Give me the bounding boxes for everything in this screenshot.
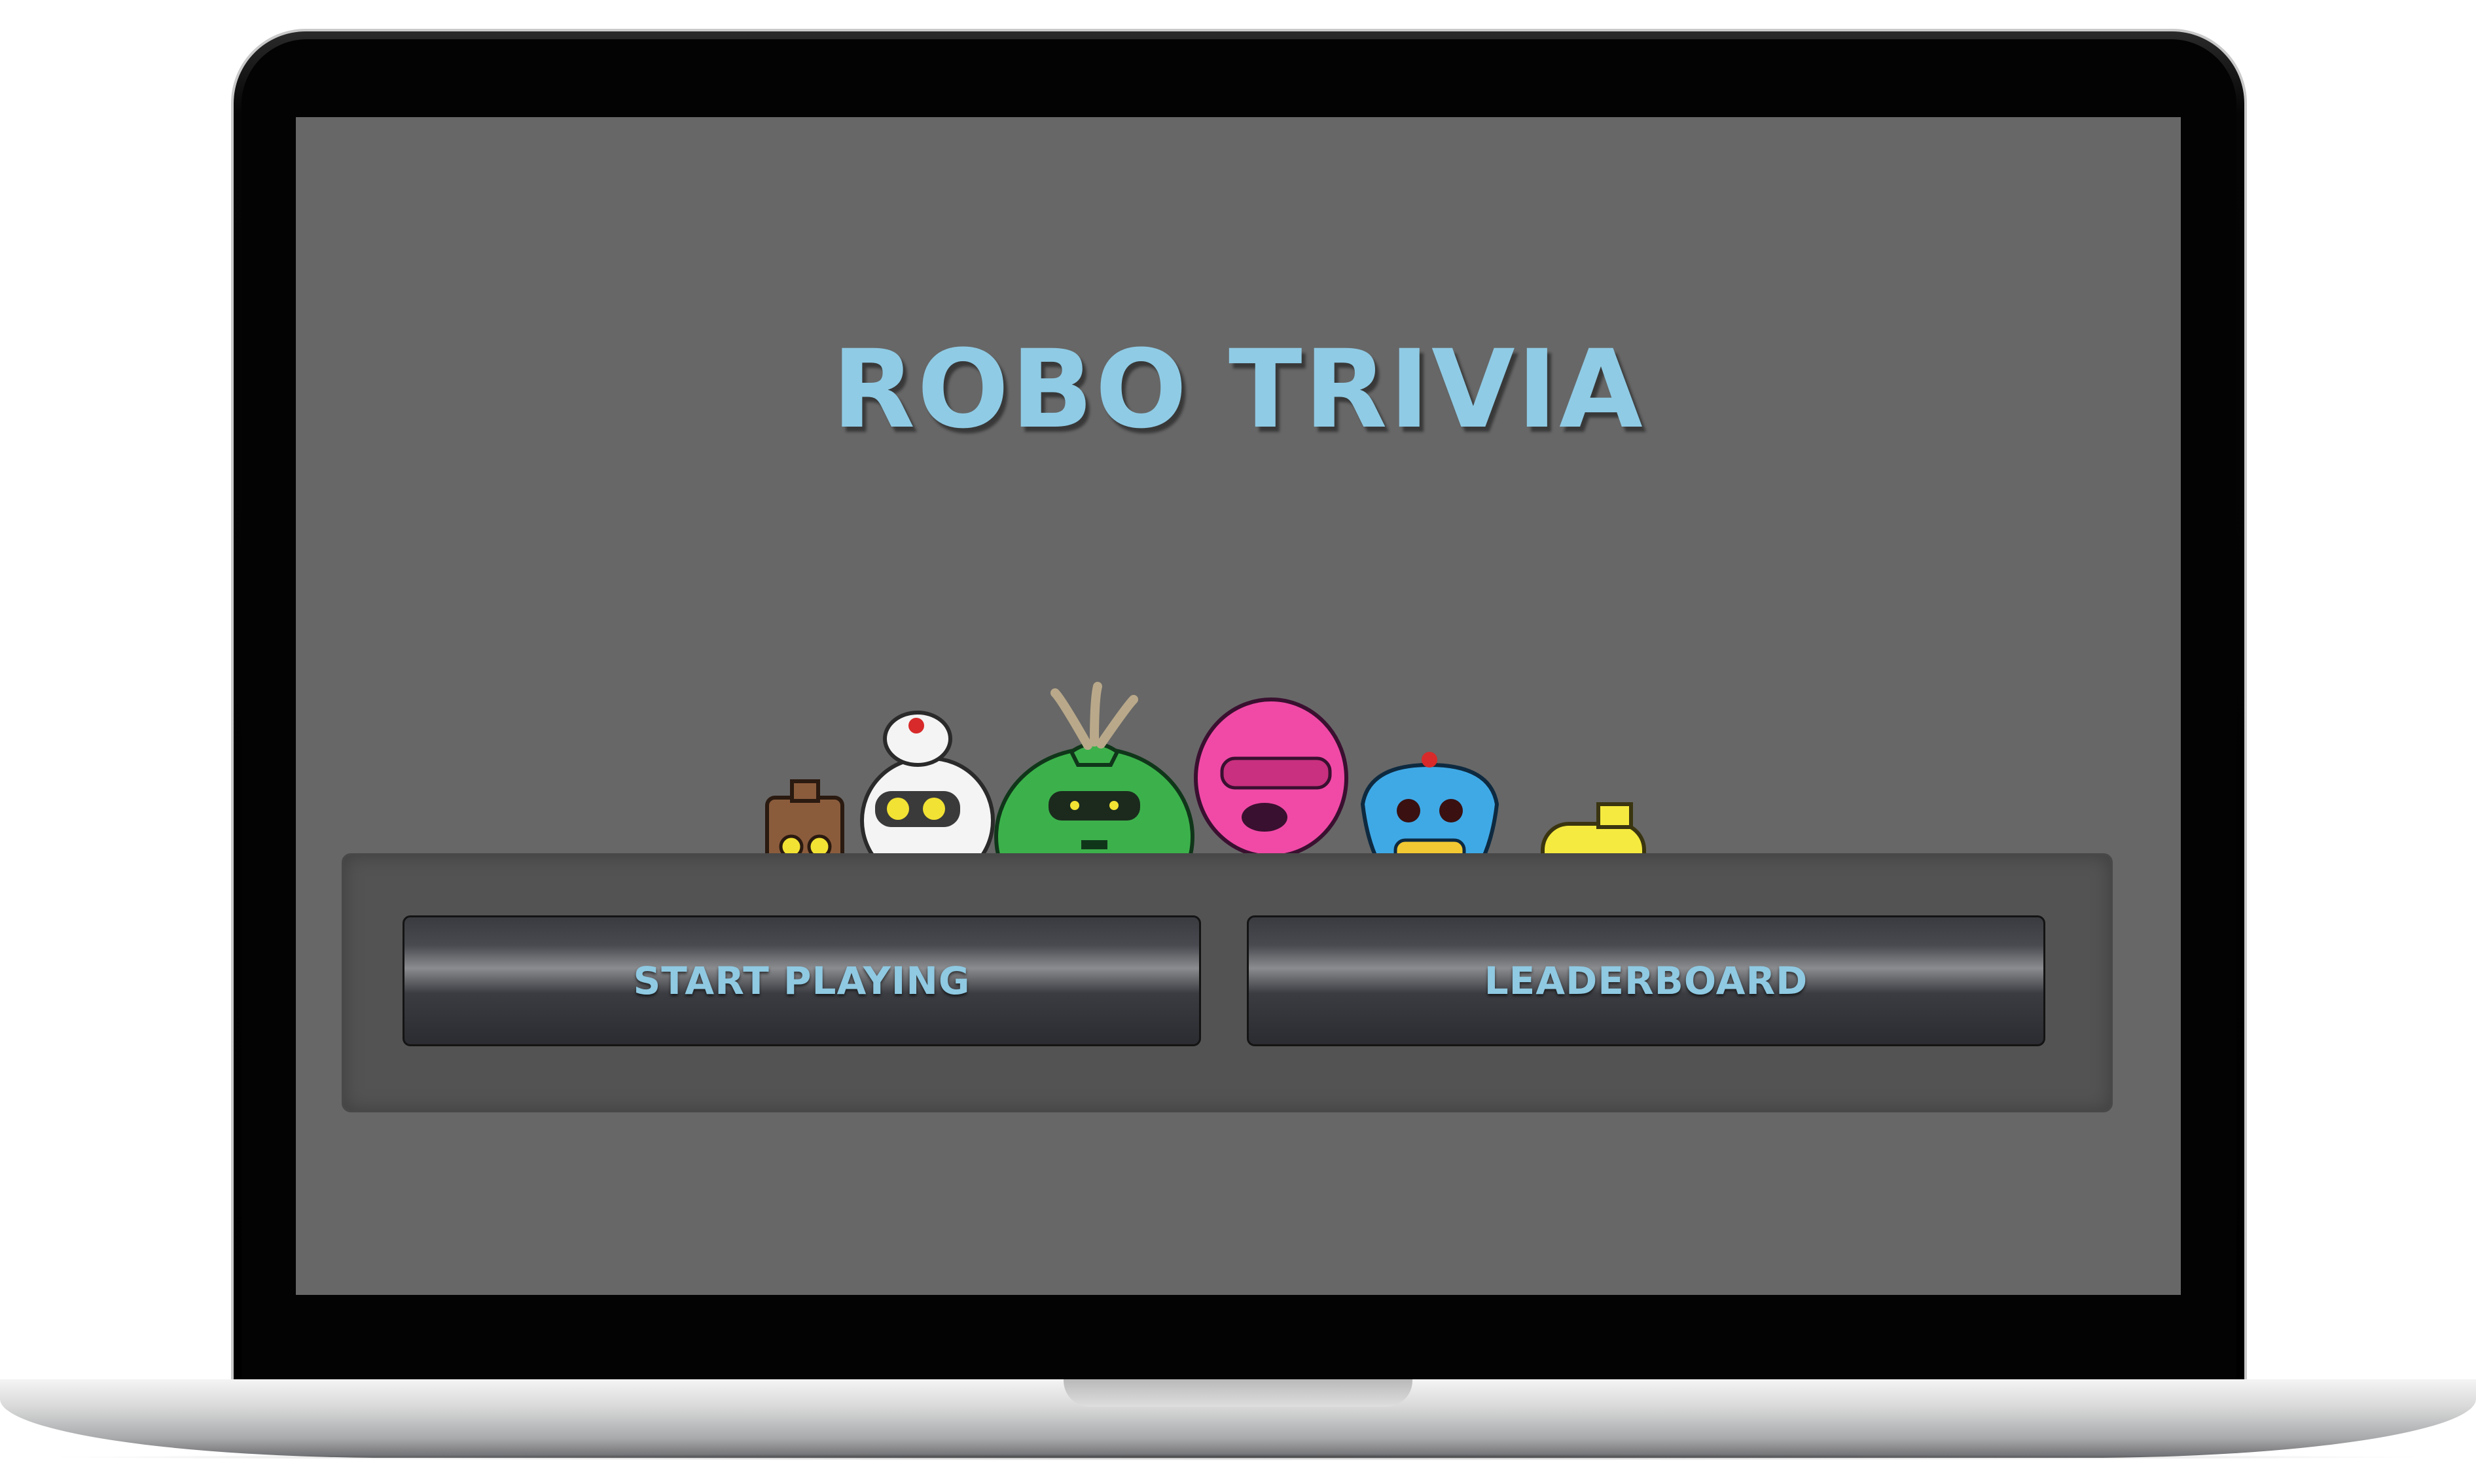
laptop-shadow — [39, 1454, 2437, 1460]
start-playing-button[interactable]: START PLAYING — [403, 915, 1201, 1046]
menu-panel: START PLAYING LEADERBOARD — [342, 853, 2113, 1112]
leaderboard-button[interactable]: LEADERBOARD — [1247, 915, 2045, 1046]
game-title: ROBO TRIVIA — [832, 327, 1645, 452]
laptop-notch — [1064, 1379, 1412, 1407]
game-screen: ROBO TRIVIA START PLAYING LEADERBOARD — [296, 117, 2181, 1295]
